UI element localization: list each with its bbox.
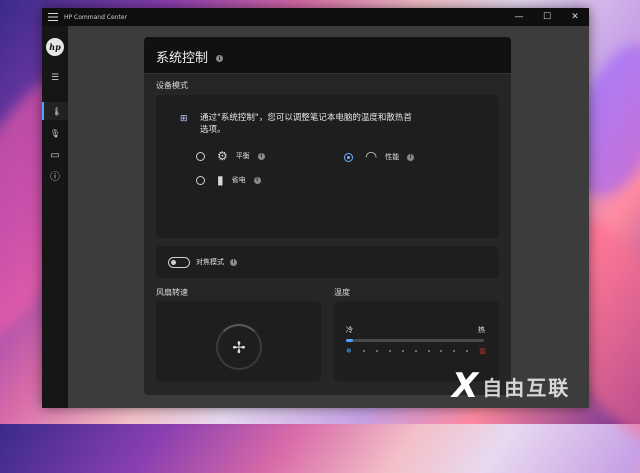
fan-speed-card: ✢	[156, 301, 321, 381]
info-icon[interactable]: i	[230, 258, 237, 266]
sidebar-item-about[interactable]: ⓘ	[42, 166, 68, 184]
scale-dot	[414, 350, 417, 352]
temperature-scale: ❄ ▥	[346, 347, 486, 355]
display-info-icon: ▭	[50, 149, 60, 161]
watermark-text: 自由互联	[482, 375, 571, 400]
mode-label-power-saver: 省电	[231, 176, 246, 184]
title-bar: HP Command Center — ☐ ✕	[42, 8, 589, 26]
scale-dot	[362, 350, 365, 352]
watermark-logo: X	[452, 366, 479, 406]
page-title-text: 系统控制	[156, 51, 209, 66]
scale-dot	[427, 350, 430, 352]
sidebar: hp ☰ 🌡 🎙 ▭ ⓘ	[42, 26, 70, 408]
scale-dot	[440, 350, 443, 352]
gears-icon: ⚙	[217, 149, 228, 163]
fan-speed-label: 风扇转速	[156, 288, 188, 297]
heat-icon: ▥	[479, 347, 486, 355]
window-title: HP Command Center	[64, 13, 127, 21]
page-title: 系统控制 i	[156, 47, 224, 66]
radio-power-saver[interactable]	[196, 175, 205, 185]
system-control-panel: 系统控制 i 设备模式 ⊞ 通过"系统控制"，您可以调整笔记本电脑的温度和散热首…	[144, 37, 511, 395]
device-mode-card: ⊞ 通过"系统控制"，您可以调整笔记本电脑的温度和散热首选项。 ⚙ 平衡 i ◠…	[156, 95, 499, 238]
microphone-icon: 🎙	[49, 128, 61, 138]
temperature-bar-fill	[346, 339, 353, 342]
device-mode-label: 设备模式	[156, 81, 188, 90]
temperature-cold-label: 冷	[346, 326, 353, 334]
speedometer-icon: ◠	[365, 149, 378, 165]
info-icon[interactable]: i	[216, 55, 224, 62]
focus-mode-label: 对焦模式	[196, 258, 224, 266]
mode-option-power-saver[interactable]: ▮ 省电 i	[196, 173, 261, 187]
fan-gauge: ✢	[216, 324, 262, 370]
snowflake-icon: ❄	[346, 347, 352, 355]
temperature-label: 温度	[334, 288, 350, 297]
sidebar-item-system-control[interactable]: 🌡	[42, 102, 70, 120]
maximize-button[interactable]: ☐	[533, 8, 561, 26]
mode-label-balanced: 平衡	[235, 152, 250, 160]
hamburger-icon: ☰	[50, 73, 60, 83]
info-icon: ⓘ	[50, 171, 60, 183]
focus-mode-toggle[interactable]	[168, 257, 190, 268]
scale-dot	[401, 350, 404, 352]
radio-balanced[interactable]	[196, 151, 205, 161]
focus-mode-card: 对焦模式 i	[156, 246, 499, 278]
sidebar-menu-toggle[interactable]: ☰	[42, 69, 68, 87]
thermometer-fan-icon: 🌡	[51, 106, 63, 116]
watermark: X 自由互联	[452, 366, 570, 406]
scale-dot	[375, 350, 378, 352]
sidebar-item-audio[interactable]: 🎙	[42, 124, 68, 142]
temperature-hot-label: 热	[478, 326, 485, 334]
settings-info-icon: ⊞	[180, 114, 188, 124]
temperature-bar	[346, 339, 484, 342]
fan-icon: ✢	[232, 337, 246, 357]
scale-dot	[466, 350, 469, 352]
close-button[interactable]: ✕	[561, 8, 589, 26]
info-icon[interactable]: i	[253, 176, 261, 184]
scale-dot	[453, 350, 456, 352]
focus-mode-row: 对焦模式 i	[196, 257, 237, 267]
scale-dot	[388, 350, 391, 352]
app-menu-icon[interactable]	[42, 13, 64, 21]
hp-logo: hp	[46, 38, 64, 56]
mode-option-balanced[interactable]: ⚙ 平衡 i	[196, 149, 265, 163]
mode-label-performance: 性能	[385, 153, 400, 161]
info-icon[interactable]: i	[407, 153, 415, 161]
panel-header: 系统控制 i	[144, 37, 511, 74]
radio-performance[interactable]	[344, 152, 353, 162]
minimize-button[interactable]: —	[505, 8, 533, 26]
sidebar-item-display[interactable]: ▭	[42, 146, 68, 164]
battery-icon: ▮	[217, 173, 224, 187]
info-icon[interactable]: i	[257, 152, 265, 160]
device-mode-description: 通过"系统控制"，您可以调整笔记本电脑的温度和散热首选项。	[200, 113, 412, 135]
mode-option-performance[interactable]: ◠ 性能 i	[344, 149, 415, 165]
